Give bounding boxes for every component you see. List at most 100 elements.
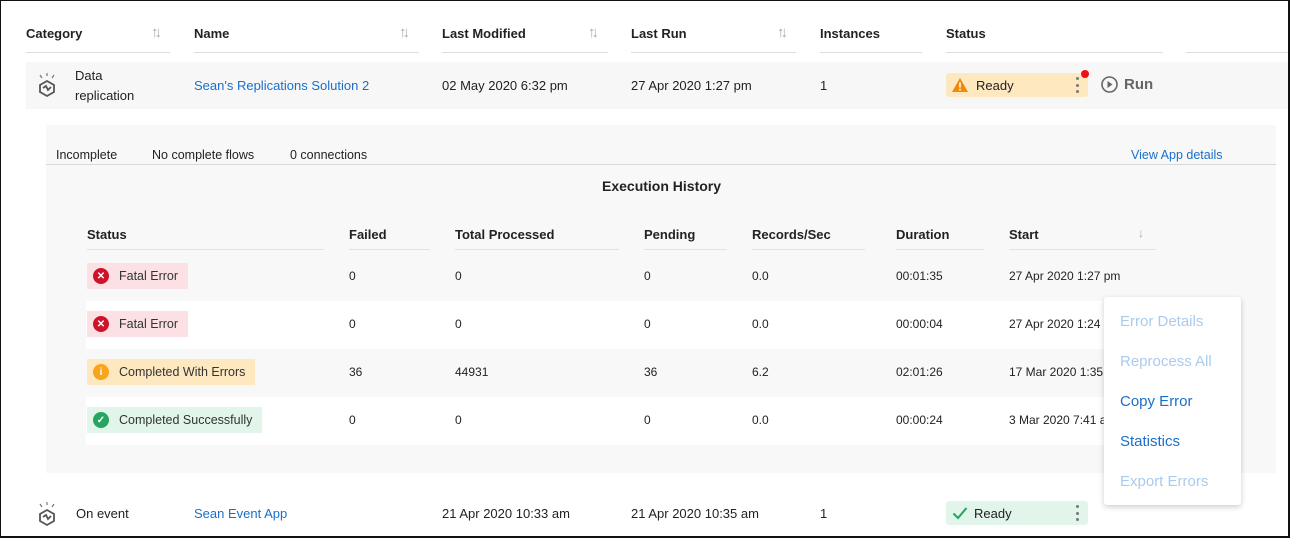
duration-value: 00:00:04 bbox=[896, 317, 943, 331]
more-options-icon[interactable] bbox=[1076, 505, 1080, 521]
start-value: 27 Apr 2020 1:24 bbox=[1009, 317, 1101, 331]
column-header-pending: Pending bbox=[644, 227, 696, 242]
summary-flows: No complete flows bbox=[152, 148, 255, 162]
status-badge[interactable]: Ready bbox=[946, 501, 1088, 525]
rps-value: 0.0 bbox=[752, 269, 769, 283]
menu-item-export-errors[interactable]: Export Errors bbox=[1120, 473, 1208, 490]
pending-value: 0 bbox=[644, 413, 651, 427]
sort-desc-icon[interactable]: ↓ bbox=[1138, 226, 1144, 240]
app-detail-panel: Incomplete No complete flows 0 connectio… bbox=[46, 125, 1276, 473]
pending-value: 36 bbox=[644, 365, 658, 379]
failed-value: 0 bbox=[349, 413, 356, 427]
run-button[interactable]: Run bbox=[1101, 76, 1153, 93]
status-badge: ✕ Fatal Error bbox=[87, 311, 189, 337]
duration-value: 00:01:35 bbox=[896, 269, 943, 283]
pending-value: 0 bbox=[644, 269, 651, 283]
instances-value: 1 bbox=[820, 506, 828, 521]
info-icon: i bbox=[93, 364, 109, 380]
header-divider bbox=[631, 52, 796, 53]
category-text: On event bbox=[76, 506, 129, 521]
start-value: 17 Mar 2020 1:35 bbox=[1009, 365, 1104, 379]
status-badge[interactable]: Ready bbox=[946, 73, 1088, 97]
column-header-last-run[interactable]: Last Run bbox=[631, 26, 687, 41]
status-text: Ready bbox=[974, 505, 1012, 521]
column-header-status: Status bbox=[87, 227, 127, 242]
column-header-last-modified[interactable]: Last Modified bbox=[442, 26, 526, 41]
execution-row[interactable]: ✕ Fatal Error 0 0 0 0.0 00:00:04 27 Apr … bbox=[86, 301, 1156, 349]
execution-row[interactable]: ✓ Completed Successfully 0 0 0 0.0 00:00… bbox=[86, 397, 1156, 445]
instances-value: 1 bbox=[820, 78, 828, 93]
failed-value: 36 bbox=[349, 365, 363, 379]
total-value: 44931 bbox=[455, 365, 489, 379]
total-value: 0 bbox=[455, 269, 462, 283]
sort-icon[interactable]: ↑↓ bbox=[151, 24, 162, 41]
column-header-category[interactable]: Category bbox=[26, 26, 82, 41]
header-divider bbox=[455, 249, 619, 250]
menu-item-error-details[interactable]: Error Details bbox=[1120, 313, 1203, 330]
status-badge: ✕ Fatal Error bbox=[87, 263, 189, 289]
execution-history-title: Execution History bbox=[602, 178, 722, 194]
column-header-start[interactable]: Start bbox=[1009, 227, 1039, 242]
rps-value: 0.0 bbox=[752, 413, 769, 427]
menu-item-reprocess-all[interactable]: Reprocess All bbox=[1120, 353, 1212, 370]
check-circle-icon: ✓ bbox=[93, 412, 109, 428]
menu-item-statistics[interactable]: Statistics bbox=[1120, 433, 1180, 450]
header-divider bbox=[26, 52, 170, 53]
status-badge: ✓ Completed Successfully bbox=[87, 407, 263, 433]
pending-value: 0 bbox=[644, 317, 651, 331]
column-header-records-per-sec: Records/Sec bbox=[752, 227, 831, 242]
header-divider bbox=[87, 249, 324, 250]
header-divider bbox=[820, 52, 922, 53]
last-run-value: 21 Apr 2020 10:35 am bbox=[631, 506, 759, 521]
rps-value: 6.2 bbox=[752, 365, 769, 379]
duration-value: 02:01:26 bbox=[896, 365, 943, 379]
divider bbox=[46, 164, 1276, 165]
last-modified-value: 02 May 2020 6:32 pm bbox=[442, 78, 568, 93]
menu-item-copy-error[interactable]: Copy Error bbox=[1120, 393, 1193, 410]
failed-value: 0 bbox=[349, 269, 356, 283]
start-value: 27 Apr 2020 1:27 pm bbox=[1009, 269, 1121, 283]
checkmark-icon bbox=[952, 507, 968, 520]
sort-icon[interactable]: ↑↓ bbox=[777, 24, 788, 41]
column-header-total-processed: Total Processed bbox=[455, 227, 555, 242]
context-menu: Error Details Reprocess All Copy Error S… bbox=[1104, 297, 1241, 505]
header-divider bbox=[194, 52, 419, 53]
cube-app-icon bbox=[39, 73, 55, 98]
more-options-icon[interactable] bbox=[1076, 77, 1080, 93]
column-header-duration: Duration bbox=[896, 227, 950, 242]
sort-icon[interactable]: ↑↓ bbox=[588, 24, 599, 41]
run-label: Run bbox=[1124, 76, 1154, 93]
play-circle-icon bbox=[1101, 76, 1118, 93]
header-divider bbox=[946, 52, 1163, 53]
view-app-details-link[interactable]: View App details bbox=[1131, 148, 1223, 162]
error-x-icon: ✕ bbox=[93, 316, 109, 332]
failed-value: 0 bbox=[349, 317, 356, 331]
total-value: 0 bbox=[455, 413, 462, 427]
column-header-name[interactable]: Name bbox=[194, 26, 229, 41]
app-name-link[interactable]: Sean Event App bbox=[194, 506, 287, 521]
notification-dot bbox=[1081, 70, 1089, 78]
warning-triangle-icon bbox=[952, 78, 968, 92]
header-divider bbox=[644, 249, 727, 250]
category-text: replication bbox=[75, 88, 135, 103]
rps-value: 0.0 bbox=[752, 317, 769, 331]
app-name-link[interactable]: Sean's Replications Solution 2 bbox=[194, 78, 369, 93]
execution-row[interactable]: ✕ Fatal Error 0 0 0 0.0 00:01:35 27 Apr … bbox=[86, 253, 1156, 301]
status-badge: i Completed With Errors bbox=[87, 359, 256, 385]
status-text: Completed With Errors bbox=[119, 365, 246, 379]
status-text: Ready bbox=[976, 77, 1014, 93]
status-text: Completed Successfully bbox=[119, 413, 253, 427]
header-divider bbox=[752, 249, 865, 250]
last-run-value: 27 Apr 2020 1:27 pm bbox=[631, 78, 752, 93]
start-value: 3 Mar 2020 7:41 a bbox=[1009, 413, 1107, 427]
sort-icon[interactable]: ↑↓ bbox=[399, 24, 410, 41]
header-divider bbox=[896, 249, 984, 250]
duration-value: 00:00:24 bbox=[896, 413, 943, 427]
execution-row[interactable]: i Completed With Errors 36 44931 36 6.2 … bbox=[86, 349, 1156, 397]
column-header-status: Status bbox=[946, 26, 986, 41]
column-header-failed: Failed bbox=[349, 227, 387, 242]
status-text: Fatal Error bbox=[119, 317, 179, 331]
last-modified-value: 21 Apr 2020 10:33 am bbox=[442, 506, 570, 521]
total-value: 0 bbox=[455, 317, 462, 331]
status-text: Fatal Error bbox=[119, 269, 179, 283]
